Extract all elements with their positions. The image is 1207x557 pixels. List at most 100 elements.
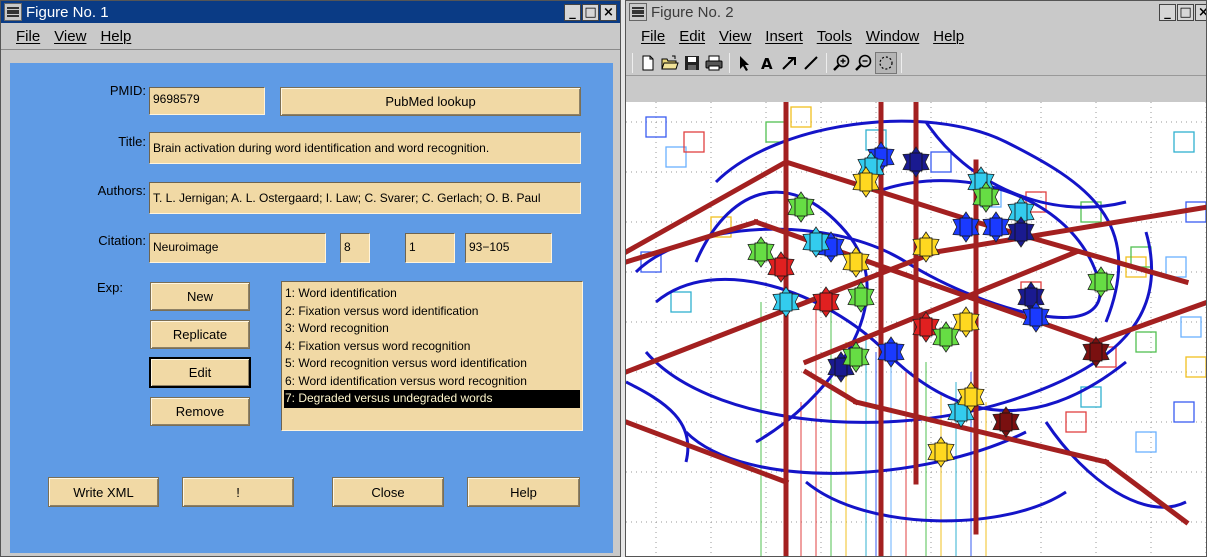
close-window-button[interactable]: × [600,3,617,21]
exp-label: Exp: [96,280,123,295]
new-file-icon[interactable] [637,52,659,74]
zoom-out-icon[interactable] [853,52,875,74]
activation-marker-core [909,152,923,172]
toolbar-separator [632,52,633,73]
projection-square [1173,131,1195,153]
arrow-insert-icon[interactable] [778,52,800,74]
activation-marker-core [964,387,978,407]
menu-window[interactable]: Window [859,28,926,45]
menu-edit[interactable]: Edit [672,28,712,45]
new-experiment-button[interactable]: New [150,282,250,311]
projection-square [1135,431,1157,453]
title-field[interactable]: Brain activation during word identificat… [149,132,581,164]
projection-square [930,151,952,173]
menubar: File View Help [1,23,620,50]
pubmed-lookup-button[interactable]: PubMed lookup [280,87,581,116]
list-item[interactable]: 5: Word recognition versus word identifi… [284,355,580,373]
activation-marker-core [934,442,948,462]
list-item-selected[interactable]: 7: Degraded versus undegraded words [284,390,580,408]
plot-canvas[interactable] [626,99,1207,557]
activation-marker-core [849,347,863,367]
activation-marker-core [884,342,898,362]
activation-marker-core [779,292,793,312]
window-title: Figure No. 2 [651,3,734,21]
projection-square [765,121,787,143]
minimize-button[interactable]: _ [1159,3,1176,21]
close-window-button[interactable]: × [1195,3,1206,21]
maximize-button[interactable]: □ [1177,3,1194,21]
citation-label: Citation: [98,233,146,248]
menubar: File Edit View Insert Tools Window Help [626,23,1206,50]
select-arrow-icon[interactable] [734,52,756,74]
projection-square [1185,356,1206,378]
toolbar-separator [901,52,902,73]
form-panel: PMID: 9698579 PubMed lookup Title: Brain… [10,63,613,553]
activation-marker-core [794,197,808,217]
print-icon[interactable] [703,52,725,74]
figure-1-window: Figure No. 1 _ □ × File View Help PMID: … [0,0,621,557]
open-folder-icon[interactable] [659,52,681,74]
activation-marker-core [989,217,1003,237]
title-label: Title: [118,134,146,149]
activation-marker-core [999,412,1013,432]
citation-journal-field[interactable]: Neuroimage [149,233,326,263]
projection-square [670,291,692,313]
figure-2-titlebar[interactable]: Figure No. 2 _ □ × [626,1,1206,23]
list-item[interactable]: 6: Word identification versus word recog… [284,373,580,391]
list-item[interactable]: 4: Fixation versus word recognition [284,338,580,356]
figure-toolbar: A [626,50,1206,76]
citation-issue-field[interactable]: 1 [405,233,455,263]
window-title: Figure No. 1 [26,3,109,21]
save-icon[interactable] [681,52,703,74]
menu-file[interactable]: File [9,28,47,45]
citation-pages-field[interactable]: 93−105 [465,233,552,263]
bang-button[interactable]: ! [182,477,294,507]
projection-square [683,131,705,153]
write-xml-button[interactable]: Write XML [48,477,159,507]
menu-view[interactable]: View [47,28,93,45]
activation-marker-core [939,327,953,347]
zoom-in-icon[interactable] [831,52,853,74]
experiment-list[interactable]: 1: Word identification 2: Fixation versu… [281,281,583,431]
menu-tools[interactable]: Tools [810,28,859,45]
contour-curve [805,480,1067,523]
maximize-button[interactable]: □ [582,3,599,21]
projection-square [1135,331,1157,353]
svg-text:A: A [761,55,773,71]
line-insert-icon[interactable] [800,52,822,74]
menu-help[interactable]: Help [926,28,971,45]
list-item[interactable]: 1: Word identification [284,285,580,303]
window-menu-icon[interactable] [629,3,647,21]
list-item[interactable]: 3: Word recognition [284,320,580,338]
projection-square [790,106,812,128]
menu-help[interactable]: Help [93,28,138,45]
menu-file[interactable]: File [634,28,672,45]
text-insert-icon[interactable]: A [756,52,778,74]
activation-marker-core [979,187,993,207]
menu-insert[interactable]: Insert [758,28,810,45]
rotate-3d-icon[interactable] [875,51,897,74]
close-button[interactable]: Close [332,477,444,507]
authors-field[interactable]: T. L. Jernigan; A. L. Ostergaard; I. Law… [149,182,581,214]
activation-marker-core [819,292,833,312]
remove-experiment-button[interactable]: Remove [150,397,250,426]
edit-experiment-button[interactable]: Edit [149,357,251,388]
toolbar-separator [826,52,827,73]
toolbar-separator [729,52,730,73]
window-menu-icon[interactable] [4,3,22,21]
list-item[interactable]: 2: Fixation versus word identification [284,303,580,321]
help-button[interactable]: Help [467,477,580,507]
menu-view[interactable]: View [712,28,758,45]
replicate-experiment-button[interactable]: Replicate [150,320,250,349]
figure-1-titlebar[interactable]: Figure No. 1 _ □ × [1,1,620,23]
minimize-button[interactable]: _ [564,3,581,21]
citation-volume-field[interactable]: 8 [340,233,370,263]
projection-square [1173,401,1195,423]
projection-square [665,146,687,168]
3d-brain-plot[interactable] [626,99,1207,557]
axis-rod [626,419,790,486]
activation-marker-core [1014,222,1028,242]
pmid-field[interactable]: 9698579 [149,87,265,115]
activation-marker-core [919,317,933,337]
activation-marker-core [849,252,863,272]
